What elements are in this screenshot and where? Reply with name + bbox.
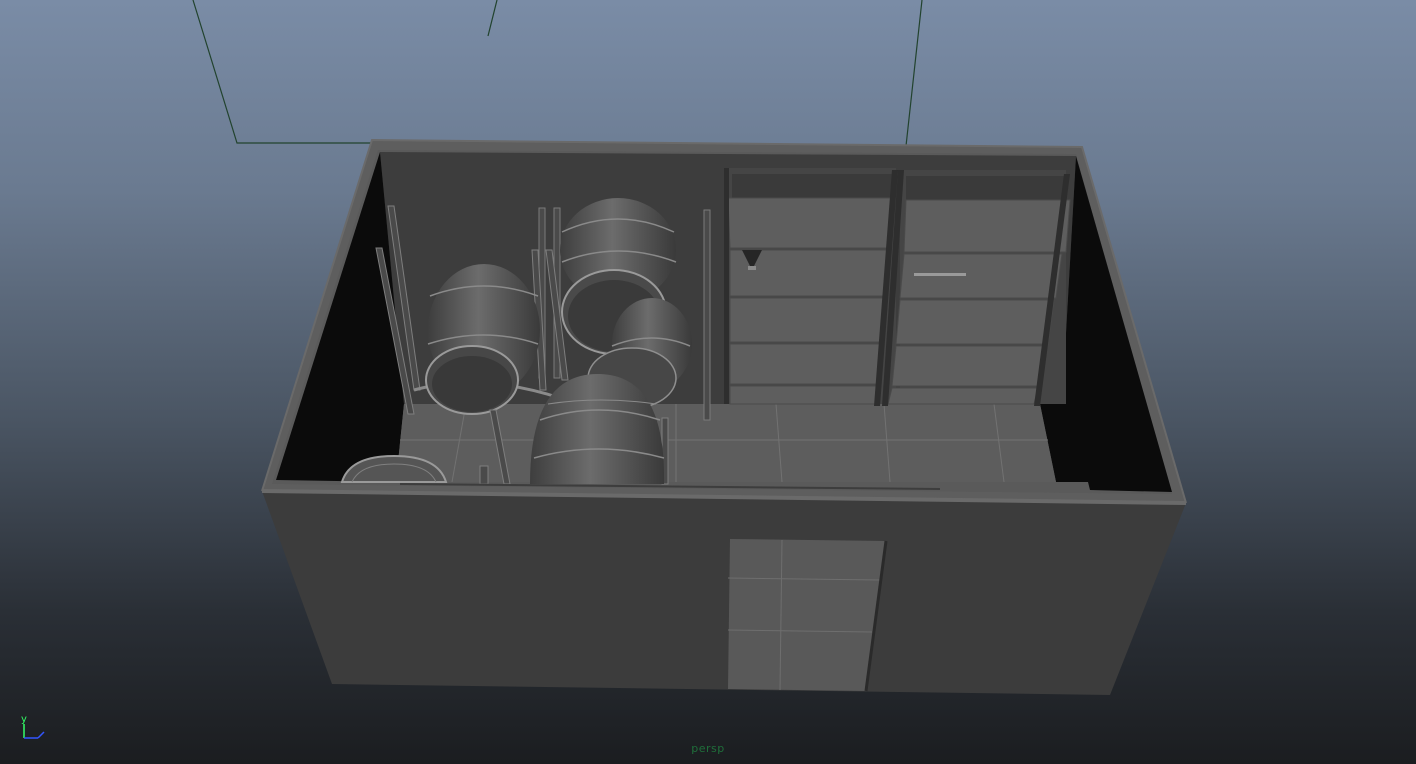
maya-perspective-viewport[interactable]: y persp <box>0 0 1416 764</box>
storage-shelf-left[interactable] <box>724 168 898 406</box>
camera-name-label: persp <box>691 742 725 755</box>
axis-z-tip <box>37 731 45 739</box>
axis-gizmo: y <box>16 712 52 742</box>
storage-shelf-right[interactable] <box>882 170 1071 406</box>
axis-y-label: y <box>21 714 27 725</box>
door-opening[interactable] <box>727 539 888 692</box>
camera-frustum[interactable] <box>192 0 923 147</box>
scene-canvas[interactable] <box>0 0 1416 764</box>
